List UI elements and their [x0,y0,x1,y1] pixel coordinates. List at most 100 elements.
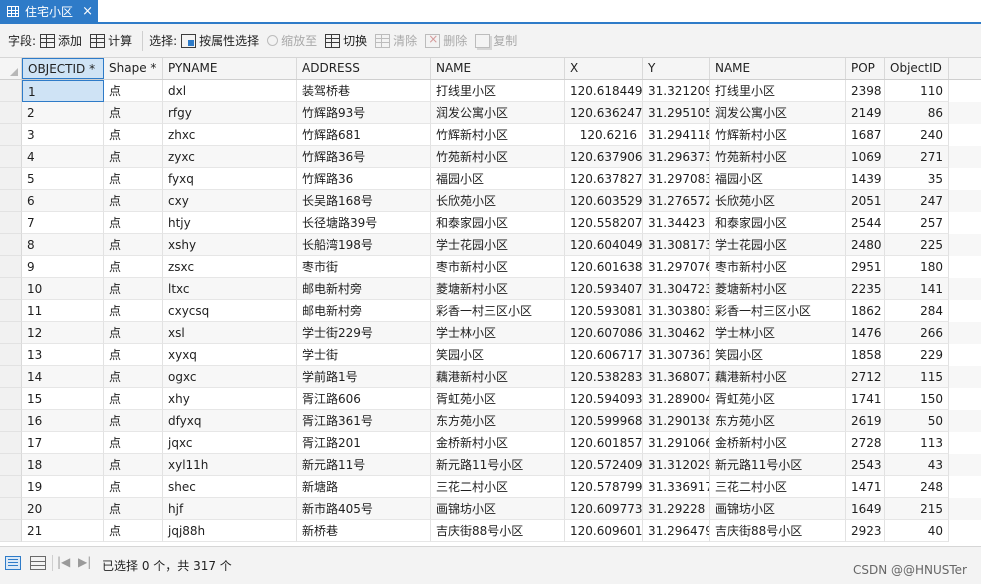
cell-name-2[interactable]: 菱塘新村小区 [710,278,846,300]
table-row[interactable]: 5 点 fyxq 竹辉路36 福园小区 120.637827 31.297083 福园小区 14… [0,168,981,190]
cell-pyname[interactable]: fyxq [163,168,297,190]
cell-pyname[interactable]: xyl11h [163,454,297,476]
cell-x[interactable]: 120.604049 [565,234,643,256]
cell-pop[interactable]: 2051 [846,190,885,212]
cell-objectid-2[interactable]: 150 [885,388,949,410]
cell-y[interactable]: 31.291066 [643,432,710,454]
copy-button[interactable]: 复制 [475,32,517,49]
cell-y[interactable]: 31.296479 [643,520,710,542]
cell-name-2[interactable]: 笑园小区 [710,344,846,366]
cell-address[interactable]: 新元路11号 [297,454,431,476]
cell-objectid-2[interactable]: 35 [885,168,949,190]
cell-shape[interactable]: 点 [104,432,163,454]
cell-shape[interactable]: 点 [104,256,163,278]
cell-pop[interactable]: 2923 [846,520,885,542]
cell-objectid-2[interactable]: 180 [885,256,949,278]
cell-name-2[interactable]: 学士林小区 [710,322,846,344]
table-row[interactable]: 9 点 zsxc 枣市街 枣市新村小区 120.601638 31.297076 枣市新村小区… [0,256,981,278]
cell-x[interactable]: 120.538283 [565,366,643,388]
row-header[interactable] [0,212,22,234]
cell-objectid[interactable]: 1 [22,80,104,102]
table-row[interactable]: 19 点 shec 新塘路 三花二村小区 120.578799 31.336917 三花二村小… [0,476,981,498]
cell-objectid-2[interactable]: 247 [885,190,949,212]
cell-name[interactable]: 彩香一村三区小区 [431,300,565,322]
cell-pyname[interactable]: zhxc [163,124,297,146]
cell-pop[interactable]: 2235 [846,278,885,300]
cell-objectid[interactable]: 11 [22,300,104,322]
cell-y[interactable]: 31.29228 [643,498,710,520]
cell-name[interactable]: 金桥新村小区 [431,432,565,454]
cell-objectid-2[interactable]: 271 [885,146,949,168]
table-row[interactable]: 10 点 ltxc 邮电新村旁 菱塘新村小区 120.593407 31.304723 菱塘新… [0,278,981,300]
column-header-shape[interactable]: Shape * [104,58,163,79]
cell-objectid[interactable]: 4 [22,146,104,168]
cell-shape[interactable]: 点 [104,322,163,344]
cell-y[interactable]: 31.307361 [643,344,710,366]
cell-x[interactable]: 120.609601 [565,520,643,542]
cell-y[interactable]: 31.276572 [643,190,710,212]
cell-name-2[interactable]: 福园小区 [710,168,846,190]
cell-address[interactable]: 枣市街 [297,256,431,278]
cell-objectid-2[interactable]: 225 [885,234,949,256]
cell-pyname[interactable]: xyxq [163,344,297,366]
row-header[interactable] [0,388,22,410]
cell-address[interactable]: 装驾桥巷 [297,80,431,102]
cell-objectid-2[interactable]: 284 [885,300,949,322]
cell-objectid[interactable]: 3 [22,124,104,146]
cell-name-2[interactable]: 和泰家园小区 [710,212,846,234]
cell-pop[interactable]: 1862 [846,300,885,322]
close-icon[interactable]: × [82,5,93,18]
cell-pyname[interactable]: cxy [163,190,297,212]
cell-name-2[interactable]: 东方苑小区 [710,410,846,432]
row-header[interactable] [0,168,22,190]
cell-pyname[interactable]: xhy [163,388,297,410]
cell-name[interactable]: 藕港新村小区 [431,366,565,388]
cell-name-2[interactable]: 长欣苑小区 [710,190,846,212]
table-row[interactable]: 6 点 cxy 长吴路168号 长欣苑小区 120.603529 31.276572 长欣苑小… [0,190,981,212]
column-header-y[interactable]: Y [643,58,710,79]
cell-pop[interactable]: 2619 [846,410,885,432]
delete-button[interactable]: 删除 [425,32,467,49]
first-record-icon[interactable]: |◀ [57,555,70,569]
cell-shape[interactable]: 点 [104,498,163,520]
cell-x[interactable]: 120.618449 [565,80,643,102]
cell-objectid-2[interactable]: 40 [885,520,949,542]
cell-name[interactable]: 枣市新村小区 [431,256,565,278]
row-header[interactable] [0,278,22,300]
last-record-icon[interactable]: ▶| [78,555,91,569]
cell-name[interactable]: 和泰家园小区 [431,212,565,234]
cell-pyname[interactable]: jqj88h [163,520,297,542]
cell-shape[interactable]: 点 [104,212,163,234]
cell-shape[interactable]: 点 [104,476,163,498]
cell-address[interactable]: 竹辉路93号 [297,102,431,124]
cell-x[interactable]: 120.572409 [565,454,643,476]
row-header[interactable] [0,80,22,102]
cell-pop[interactable]: 1687 [846,124,885,146]
cell-x[interactable]: 120.637906 [565,146,643,168]
column-header-pyname[interactable]: PYNAME [163,58,297,79]
cell-address[interactable]: 胥江路606 [297,388,431,410]
cell-pyname[interactable]: zsxc [163,256,297,278]
cell-objectid-2[interactable]: 113 [885,432,949,454]
cell-pop[interactable]: 1069 [846,146,885,168]
cell-shape[interactable]: 点 [104,146,163,168]
cell-name[interactable]: 长欣苑小区 [431,190,565,212]
cell-address[interactable]: 竹辉路681 [297,124,431,146]
cell-objectid[interactable]: 17 [22,432,104,454]
cell-objectid[interactable]: 21 [22,520,104,542]
table-row[interactable]: 15 点 xhy 胥江路606 胥虹苑小区 120.594093 31.289004 胥虹苑小… [0,388,981,410]
row-header[interactable] [0,322,22,344]
cell-objectid[interactable]: 7 [22,212,104,234]
cell-pyname[interactable]: cxycsq [163,300,297,322]
cell-x[interactable]: 120.593081 [565,300,643,322]
cell-shape[interactable]: 点 [104,388,163,410]
cell-pop[interactable]: 2398 [846,80,885,102]
cell-pyname[interactable]: shec [163,476,297,498]
cell-name-2[interactable]: 竹苑新村小区 [710,146,846,168]
cell-name[interactable]: 笑园小区 [431,344,565,366]
cell-address[interactable]: 新市路405号 [297,498,431,520]
cell-x[interactable]: 120.578799 [565,476,643,498]
cell-shape[interactable]: 点 [104,344,163,366]
cell-objectid-2[interactable]: 43 [885,454,949,476]
column-header-address[interactable]: ADDRESS [297,58,431,79]
